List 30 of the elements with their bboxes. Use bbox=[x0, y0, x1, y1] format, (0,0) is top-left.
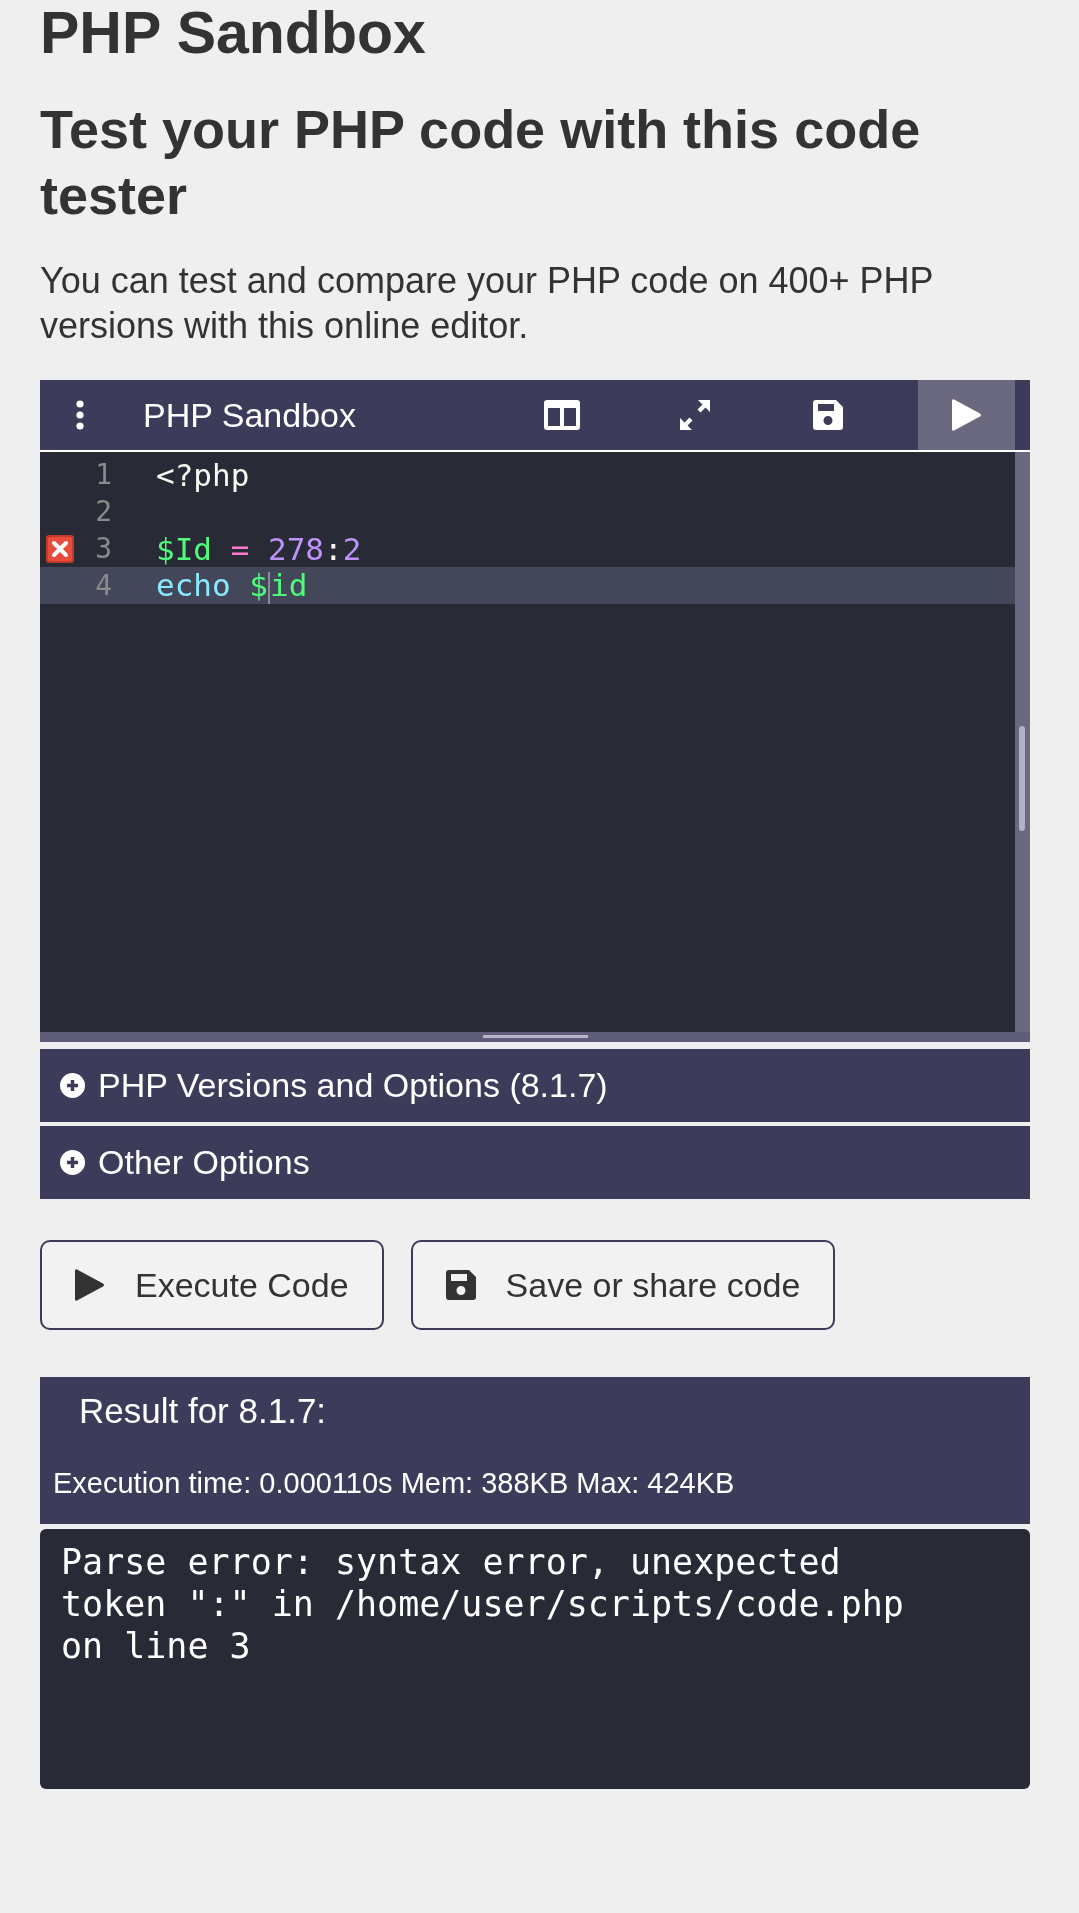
code-line: echo $id bbox=[156, 567, 308, 604]
execute-button[interactable]: Execute Code bbox=[40, 1240, 384, 1330]
result-title: Result for 8.1.7: bbox=[78, 1390, 328, 1432]
accordion-header[interactable]: PHP Versions and Options (8.1.7) bbox=[40, 1049, 1030, 1122]
code-line: $Id = 278:2 bbox=[156, 530, 362, 567]
scrollbar[interactable] bbox=[1015, 452, 1030, 1032]
line-number: 3 bbox=[94, 532, 112, 565]
save-icon bbox=[445, 1270, 476, 1300]
page-subtitle: Test your PHP code with this code tester bbox=[40, 98, 922, 227]
intro-text: You can test and compare your PHP code on 400+ PHP versions with this online editor. bbox=[40, 259, 934, 348]
expand-icon bbox=[678, 399, 711, 431]
resize-handle[interactable] bbox=[40, 1032, 1030, 1045]
menu-icon bbox=[76, 400, 84, 430]
accordion-header[interactable]: Other Options bbox=[40, 1126, 1030, 1199]
line-number: 4 bbox=[94, 569, 112, 602]
play-icon bbox=[75, 1268, 105, 1302]
plus-circle-icon bbox=[60, 1150, 85, 1175]
code-line: <?php bbox=[156, 456, 250, 493]
run-button[interactable] bbox=[918, 380, 1015, 450]
execution-stats: Execution time: 0.000110s Mem: 388KB Max: 424KB bbox=[53, 1466, 736, 1501]
page-title: PHP Sandbox bbox=[40, 0, 427, 66]
split-view-icon bbox=[543, 400, 580, 430]
play-icon bbox=[951, 398, 982, 432]
save-icon bbox=[812, 400, 843, 430]
line-number: 1 bbox=[94, 458, 112, 491]
save-share-button[interactable]: Save or share code bbox=[410, 1240, 836, 1330]
plus-circle-icon bbox=[60, 1073, 85, 1098]
editor-title: PHP Sandbox bbox=[143, 395, 357, 435]
error-output: Parse error: syntax error, unexpected token ":" in /home/user/scripts/code.php on line 3 bbox=[61, 1541, 905, 1667]
line-number: 2 bbox=[94, 495, 112, 528]
